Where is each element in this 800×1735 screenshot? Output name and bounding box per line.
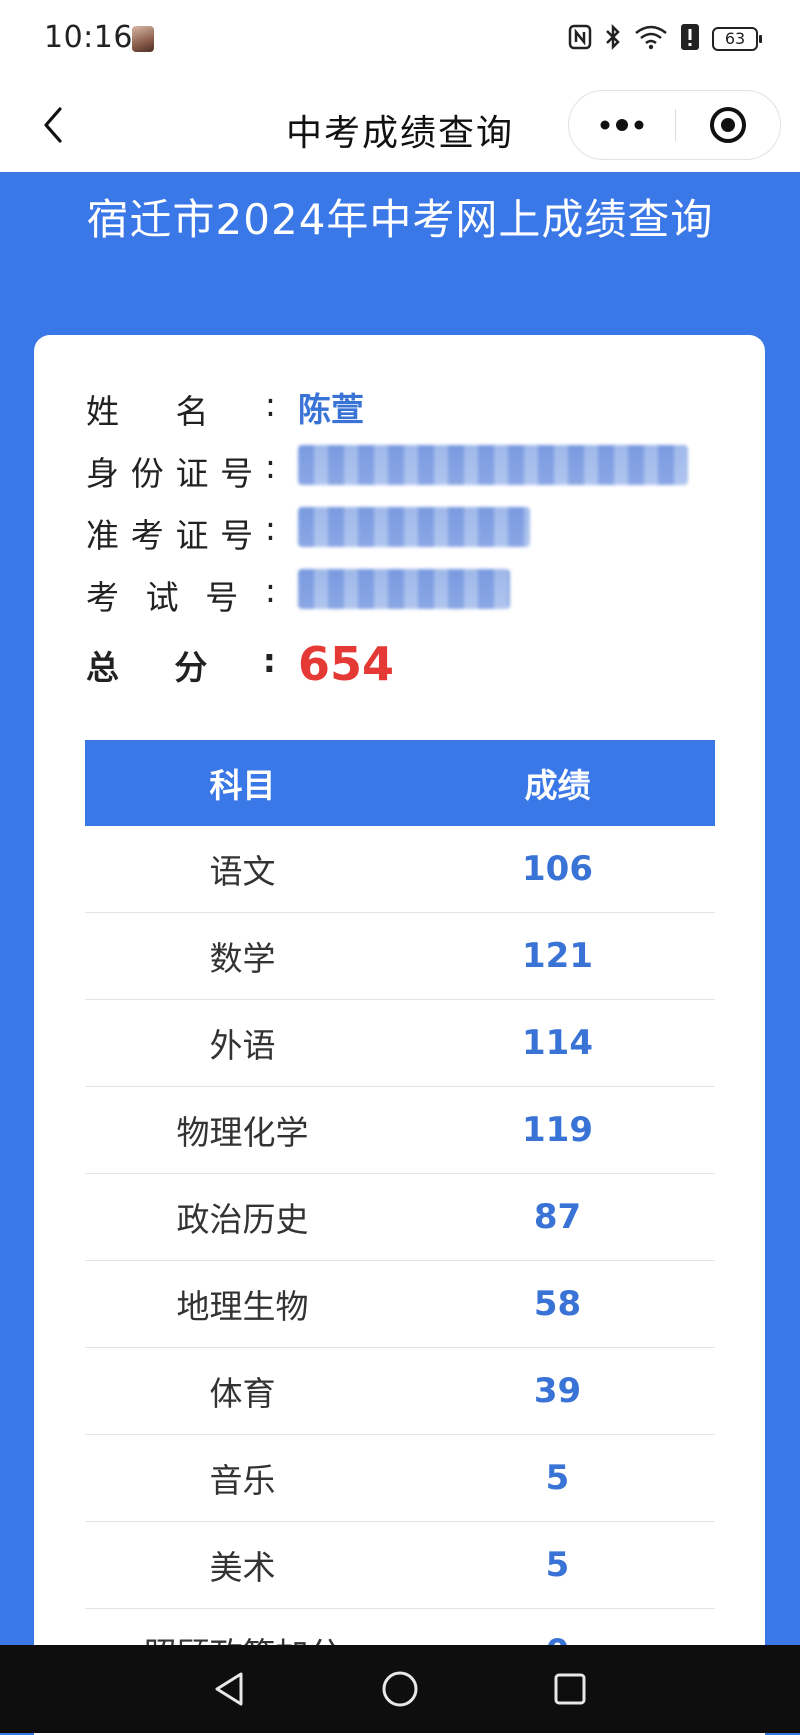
subject-cell: 体育 — [85, 1347, 400, 1435]
system-nav-bar — [0, 1645, 800, 1733]
score-table: 科目 成绩 语文 106 数学 121 外语 114 物理化学 119 政治历史 — [85, 740, 715, 1696]
total-score: 654 — [298, 637, 395, 691]
total-label: 总分: — [86, 641, 276, 687]
student-info: 姓名: 陈萱 身份证号: 准考证号: 考试号: 总分: 654 — [86, 375, 726, 715]
subject-cell: 地理生物 — [85, 1260, 400, 1348]
close-target-icon — [710, 106, 746, 143]
subject-cell: 音乐 — [85, 1434, 400, 1522]
nav-bar: 中考成绩查询 — [0, 78, 800, 172]
status-time: 10:16 — [44, 20, 133, 55]
system-recent-button[interactable] — [546, 1665, 594, 1713]
info-row-total: 总分: 654 — [86, 631, 726, 715]
alert-icon — [680, 23, 700, 55]
nfc-icon — [568, 24, 592, 54]
score-cell: 5 — [400, 1434, 715, 1522]
ticket-number-redacted — [298, 507, 530, 547]
status-icons: 63 — [568, 22, 762, 56]
nav-home-icon — [382, 1671, 418, 1707]
table-row: 语文 106 — [85, 826, 715, 913]
info-row-id: 身份证号: — [86, 437, 726, 499]
table-row: 政治历史 87 — [85, 1173, 715, 1261]
bluetooth-icon — [604, 23, 622, 55]
page-header: 宿迁市2024年中考网上成绩查询 — [0, 172, 800, 247]
info-row-exam: 考试号: — [86, 561, 726, 623]
subject-cell: 数学 — [85, 912, 400, 1000]
table-row: 外语 114 — [85, 999, 715, 1087]
ticket-number-label: 准考证号: — [86, 509, 276, 555]
table-row: 体育 39 — [85, 1347, 715, 1435]
name-value: 陈萱 — [298, 390, 364, 429]
status-bar: 10:16 63 — [0, 0, 800, 78]
score-cell: 87 — [400, 1173, 715, 1261]
score-cell: 58 — [400, 1260, 715, 1348]
score-column-header: 成绩 — [400, 740, 715, 826]
more-dots-icon — [600, 118, 644, 131]
page-title: 宿迁市2024年中考网上成绩查询 — [86, 195, 714, 244]
wifi-icon — [634, 24, 668, 54]
exam-number-label: 考试号: — [86, 571, 276, 617]
subject-cell: 政治历史 — [85, 1173, 400, 1261]
score-cell: 106 — [400, 826, 715, 913]
exam-number-redacted — [298, 569, 510, 609]
table-row: 美术 5 — [85, 1521, 715, 1609]
subject-cell: 美术 — [85, 1521, 400, 1609]
info-row-ticket: 准考证号: — [86, 499, 726, 561]
table-row: 数学 121 — [85, 912, 715, 1000]
name-label: 姓名: — [86, 385, 276, 431]
close-button[interactable] — [676, 91, 780, 158]
more-button[interactable] — [569, 91, 675, 158]
id-number-redacted — [298, 445, 688, 485]
system-home-button[interactable] — [376, 1665, 424, 1713]
score-cell: 114 — [400, 999, 715, 1087]
result-card: 姓名: 陈萱 身份证号: 准考证号: 考试号: 总分: 654 科目 成绩 语文… — [34, 335, 765, 1735]
score-table-header: 科目 成绩 — [85, 740, 715, 826]
subject-cell: 外语 — [85, 999, 400, 1087]
table-row: 地理生物 58 — [85, 1260, 715, 1348]
subject-column-header: 科目 — [85, 740, 400, 826]
nav-back-icon — [215, 1672, 243, 1706]
score-cell: 5 — [400, 1521, 715, 1609]
score-cell: 39 — [400, 1347, 715, 1435]
table-row: 物理化学 119 — [85, 1086, 715, 1174]
table-row: 音乐 5 — [85, 1434, 715, 1522]
info-row-name: 姓名: 陈萱 — [86, 375, 726, 437]
battery-icon: 63 — [712, 27, 762, 51]
score-cell: 119 — [400, 1086, 715, 1174]
system-back-button[interactable] — [205, 1665, 253, 1713]
id-number-label: 身份证号: — [86, 447, 276, 493]
nav-recent-icon — [554, 1673, 586, 1705]
notification-avatar-icon — [132, 26, 154, 52]
subject-cell: 语文 — [85, 826, 400, 913]
score-cell: 121 — [400, 912, 715, 1000]
miniprogram-capsule — [568, 90, 781, 160]
subject-cell: 物理化学 — [85, 1086, 400, 1174]
